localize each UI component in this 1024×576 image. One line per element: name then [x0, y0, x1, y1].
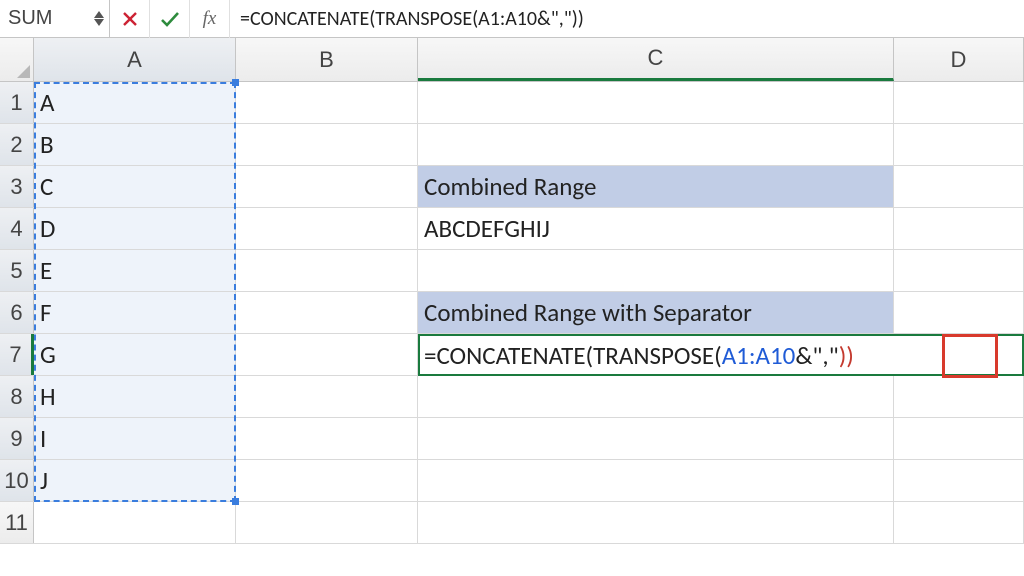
- cell-A6[interactable]: F: [34, 292, 236, 333]
- name-box-stepper[interactable]: [91, 11, 109, 26]
- cell-B4[interactable]: [236, 208, 418, 249]
- row: 8H: [0, 376, 1024, 418]
- formula-text: &",": [795, 340, 838, 371]
- close-icon: [122, 11, 138, 27]
- row-header[interactable]: 6: [0, 292, 34, 333]
- cell-A10[interactable]: J: [34, 460, 236, 501]
- column-header-A[interactable]: A: [34, 38, 236, 81]
- row-header[interactable]: 4: [0, 208, 34, 249]
- cell-D4[interactable]: [894, 208, 1024, 249]
- row: 6F Combined Range with Separator: [0, 292, 1024, 334]
- check-icon: [160, 11, 180, 27]
- cell-C5[interactable]: [418, 250, 894, 291]
- cell-B9[interactable]: [236, 418, 418, 459]
- row: 2B: [0, 124, 1024, 166]
- row-header[interactable]: 11: [0, 502, 34, 543]
- cell-C1[interactable]: [418, 82, 894, 123]
- cell-A5[interactable]: E: [34, 250, 236, 291]
- formula-ref: A1:A10: [722, 340, 796, 371]
- row-header[interactable]: 2: [0, 124, 34, 165]
- row: 11: [0, 502, 1024, 544]
- cell-D11[interactable]: [894, 502, 1024, 543]
- cell-D10[interactable]: [894, 460, 1024, 501]
- formula-close: )): [839, 340, 854, 371]
- worksheet[interactable]: A B C D 1A2B3CCombined Range4DABCDEFGHIJ…: [0, 38, 1024, 544]
- cell-C4[interactable]: ABCDEFGHIJ: [418, 208, 894, 249]
- cell-C3[interactable]: Combined Range: [418, 166, 894, 207]
- chevron-up-icon: [94, 11, 104, 18]
- cell-A3[interactable]: C: [34, 166, 236, 207]
- cell-A2[interactable]: B: [34, 124, 236, 165]
- formula-text: =CONCATENATE(TRANSPOSE(: [424, 340, 722, 371]
- row-header[interactable]: 7: [0, 334, 34, 375]
- row-header[interactable]: 5: [0, 250, 34, 291]
- confirm-button[interactable]: [150, 0, 190, 38]
- cell-B2[interactable]: [236, 124, 418, 165]
- row-header[interactable]: 8: [0, 376, 34, 417]
- row-header[interactable]: 3: [0, 166, 34, 207]
- row-header[interactable]: 1: [0, 82, 34, 123]
- name-box-value: SUM: [0, 7, 91, 30]
- fx-button[interactable]: fx: [190, 0, 230, 38]
- cell-B8[interactable]: [236, 376, 418, 417]
- name-box[interactable]: SUM: [0, 0, 110, 38]
- cell-D3[interactable]: [894, 166, 1024, 207]
- column-header-D[interactable]: D: [894, 38, 1024, 81]
- cell-C10[interactable]: [418, 460, 894, 501]
- cell-A9[interactable]: I: [34, 418, 236, 459]
- cell-A4[interactable]: D: [34, 208, 236, 249]
- cell-A7[interactable]: G: [34, 334, 236, 375]
- cell-D6[interactable]: [894, 292, 1024, 333]
- cell-B1[interactable]: [236, 82, 418, 123]
- formula-bar: SUM fx =CONCATENATE(TRANSPOSE(A1:A10&","…: [0, 0, 1024, 38]
- cell-C7-editing[interactable]: =CONCATENATE(TRANSPOSE(A1:A10&",")): [418, 334, 1024, 376]
- fx-icon: fx: [203, 8, 217, 30]
- select-all-corner[interactable]: [0, 38, 34, 81]
- annotation-box-icon: [942, 334, 998, 378]
- chevron-down-icon: [94, 19, 104, 26]
- cell-A11[interactable]: [34, 502, 236, 543]
- cell-C9[interactable]: [418, 418, 894, 459]
- cell-B6[interactable]: [236, 292, 418, 333]
- cancel-button[interactable]: [110, 0, 150, 38]
- cell-C6[interactable]: Combined Range with Separator: [418, 292, 894, 333]
- row-header[interactable]: 10: [0, 460, 34, 501]
- row: 3C Combined Range: [0, 166, 1024, 208]
- column-headers: A B C D: [0, 38, 1024, 82]
- cell-B5[interactable]: [236, 250, 418, 291]
- cell-C11[interactable]: [418, 502, 894, 543]
- formula-input[interactable]: =CONCATENATE(TRANSPOSE(A1:A10&",")): [230, 7, 1024, 31]
- cell-C8[interactable]: [418, 376, 894, 417]
- row: 9I: [0, 418, 1024, 460]
- row: 5E: [0, 250, 1024, 292]
- cell-D2[interactable]: [894, 124, 1024, 165]
- cell-A8[interactable]: H: [34, 376, 236, 417]
- cell-B3[interactable]: [236, 166, 418, 207]
- row: 4D ABCDEFGHIJ: [0, 208, 1024, 250]
- cell-D8[interactable]: [894, 376, 1024, 417]
- column-header-B[interactable]: B: [236, 38, 418, 81]
- cell-B7[interactable]: [236, 334, 418, 375]
- row: 1A: [0, 82, 1024, 124]
- row-header[interactable]: 9: [0, 418, 34, 459]
- row: 10J: [0, 460, 1024, 502]
- column-header-C[interactable]: C: [418, 38, 894, 81]
- cell-B10[interactable]: [236, 460, 418, 501]
- cell-D5[interactable]: [894, 250, 1024, 291]
- cell-B11[interactable]: [236, 502, 418, 543]
- cell-C2[interactable]: [418, 124, 894, 165]
- cell-D1[interactable]: [894, 82, 1024, 123]
- cell-D9[interactable]: [894, 418, 1024, 459]
- cell-A1[interactable]: A: [34, 82, 236, 123]
